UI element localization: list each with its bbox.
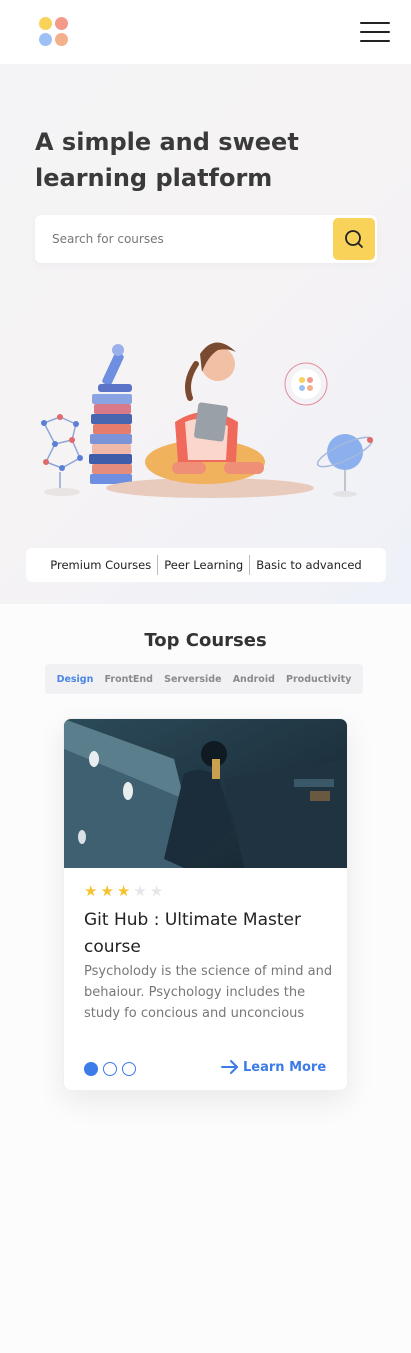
carousel-pagination bbox=[84, 1062, 136, 1076]
hero-title: A simple and sweet learning platform bbox=[35, 128, 299, 192]
pagination-dot[interactable] bbox=[103, 1062, 117, 1076]
tab-productivity[interactable]: Productivity bbox=[286, 674, 351, 685]
star-filled-icon: ★ bbox=[116, 882, 131, 900]
features-bar: Premium Courses Peer Learning Basic to a… bbox=[26, 548, 386, 582]
learn-more-link[interactable]: Learn More bbox=[221, 1057, 326, 1077]
globe bbox=[316, 434, 374, 497]
pagination-dot[interactable] bbox=[122, 1062, 136, 1076]
floating-logo-bubble bbox=[284, 362, 328, 406]
course-card[interactable]: ★ ★ ★ ★ ★ Git Hub : Ultimate Master course P… bbox=[63, 718, 348, 1091]
search-icon bbox=[345, 230, 363, 248]
search-input[interactable] bbox=[35, 215, 325, 263]
molecule-model bbox=[43, 416, 81, 490]
course-category-tabs: Design FrontEnd Serverside Android Produ… bbox=[45, 664, 363, 694]
logo-dot bbox=[55, 33, 68, 46]
logo-dot bbox=[55, 17, 68, 30]
section-title: Top Courses bbox=[144, 630, 267, 651]
hamburger-icon[interactable] bbox=[360, 20, 390, 44]
feature-label: Peer Learning bbox=[164, 558, 244, 572]
search-button[interactable] bbox=[333, 218, 375, 260]
girl-figure bbox=[145, 342, 265, 484]
feature-label: Premium Courses bbox=[50, 558, 152, 572]
star-empty-icon: ★ bbox=[133, 882, 147, 900]
learn-more-label: Learn More bbox=[243, 1059, 327, 1075]
course-image bbox=[64, 719, 347, 868]
search-box bbox=[35, 215, 377, 263]
hero-illustration bbox=[41, 342, 374, 498]
star-filled-icon: ★ bbox=[84, 882, 98, 900]
star-filled-icon: ★ bbox=[100, 882, 114, 900]
star-empty-icon: ★ bbox=[149, 882, 164, 900]
top-bar bbox=[0, 0, 411, 64]
book-stack bbox=[89, 394, 132, 484]
tab-android[interactable]: Android bbox=[233, 674, 275, 685]
pagination-dot[interactable] bbox=[84, 1062, 98, 1076]
tab-serverside[interactable]: Serverside bbox=[164, 674, 221, 685]
tab-frontend[interactable]: FrontEnd bbox=[105, 674, 153, 685]
rating-stars: ★ ★ ★ ★ ★ bbox=[84, 883, 163, 899]
microscope bbox=[98, 344, 132, 392]
arrow-right-icon bbox=[221, 1060, 238, 1074]
feature-label: Basic to advanced bbox=[256, 558, 362, 572]
course-description: Psycholody is the science of mind and be… bbox=[84, 964, 333, 1021]
logo-dot bbox=[39, 33, 52, 46]
logo-dot bbox=[39, 17, 52, 30]
hero-section: A simple and sweet learning platform Sea… bbox=[0, 64, 411, 604]
course-title: Git Hub : Ultimate Master course bbox=[84, 910, 301, 957]
tab-design[interactable]: Design bbox=[57, 674, 94, 685]
logo[interactable] bbox=[39, 17, 69, 47]
